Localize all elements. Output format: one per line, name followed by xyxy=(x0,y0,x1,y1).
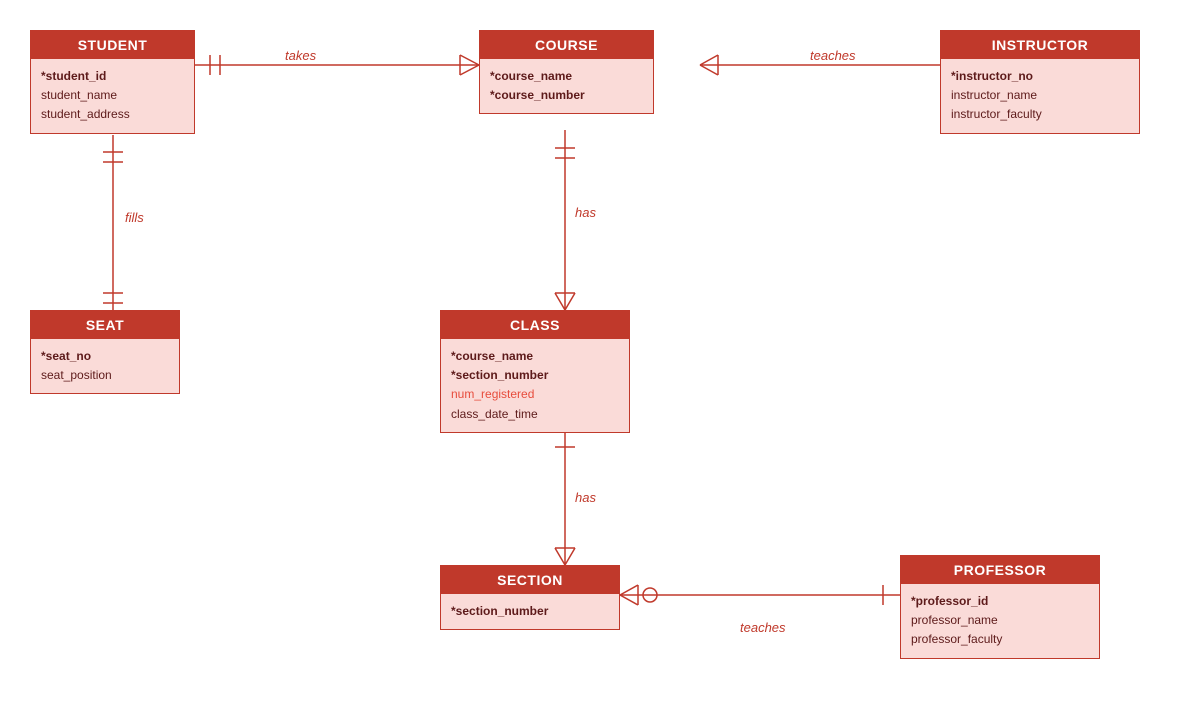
professor-field-0: *professor_id xyxy=(911,592,1089,611)
has-top-label: has xyxy=(575,205,596,220)
professor-field-1: professor_name xyxy=(911,611,1089,630)
fills-label: fills xyxy=(125,210,144,225)
student-field-2: student_address xyxy=(41,105,184,124)
course-field-0: *course_name xyxy=(490,67,643,86)
seat-body: *seat_no seat_position xyxy=(31,339,179,393)
course-entity: COURSE *course_name *course_number xyxy=(479,30,654,114)
instructor-field-0: *instructor_no xyxy=(951,67,1129,86)
has-bottom-label: has xyxy=(575,490,596,505)
instructor-header: INSTRUCTOR xyxy=(941,31,1139,59)
student-entity: STUDENT *student_id student_name student… xyxy=(30,30,195,134)
professor-header: PROFESSOR xyxy=(901,556,1099,584)
instructor-entity: INSTRUCTOR *instructor_no instructor_nam… xyxy=(940,30,1140,134)
seat-field-1: seat_position xyxy=(41,366,169,385)
class-field-2: num_registered xyxy=(451,385,619,404)
instructor-body: *instructor_no instructor_name instructo… xyxy=(941,59,1139,133)
class-field-0: *course_name xyxy=(451,347,619,366)
student-header: STUDENT xyxy=(31,31,194,59)
class-body: *course_name *section_number num_registe… xyxy=(441,339,629,432)
course-field-1: *course_number xyxy=(490,86,643,105)
student-field-1: student_name xyxy=(41,86,184,105)
section-field-0: *section_number xyxy=(451,602,609,621)
course-header: COURSE xyxy=(480,31,653,59)
teaches-top-label: teaches xyxy=(810,48,856,63)
class-header: CLASS xyxy=(441,311,629,339)
student-field-0: *student_id xyxy=(41,67,184,86)
seat-field-0: *seat_no xyxy=(41,347,169,366)
seat-entity: SEAT *seat_no seat_position xyxy=(30,310,180,394)
professor-body: *professor_id professor_name professor_f… xyxy=(901,584,1099,658)
class-entity: CLASS *course_name *section_number num_r… xyxy=(440,310,630,433)
course-body: *course_name *course_number xyxy=(480,59,653,113)
section-entity: SECTION *section_number xyxy=(440,565,620,630)
section-body: *section_number xyxy=(441,594,619,629)
instructor-field-1: instructor_name xyxy=(951,86,1129,105)
section-header: SECTION xyxy=(441,566,619,594)
professor-field-2: professor_faculty xyxy=(911,630,1089,649)
instructor-field-2: instructor_faculty xyxy=(951,105,1129,124)
takes-label: takes xyxy=(285,48,316,63)
professor-entity: PROFESSOR *professor_id professor_name p… xyxy=(900,555,1100,659)
teaches-bottom-label: teaches xyxy=(740,620,786,635)
class-field-1: *section_number xyxy=(451,366,619,385)
class-field-3: class_date_time xyxy=(451,405,619,424)
er-diagram: takes teaches fills has has teaches STUD… xyxy=(0,0,1201,724)
seat-header: SEAT xyxy=(31,311,179,339)
student-body: *student_id student_name student_address xyxy=(31,59,194,133)
